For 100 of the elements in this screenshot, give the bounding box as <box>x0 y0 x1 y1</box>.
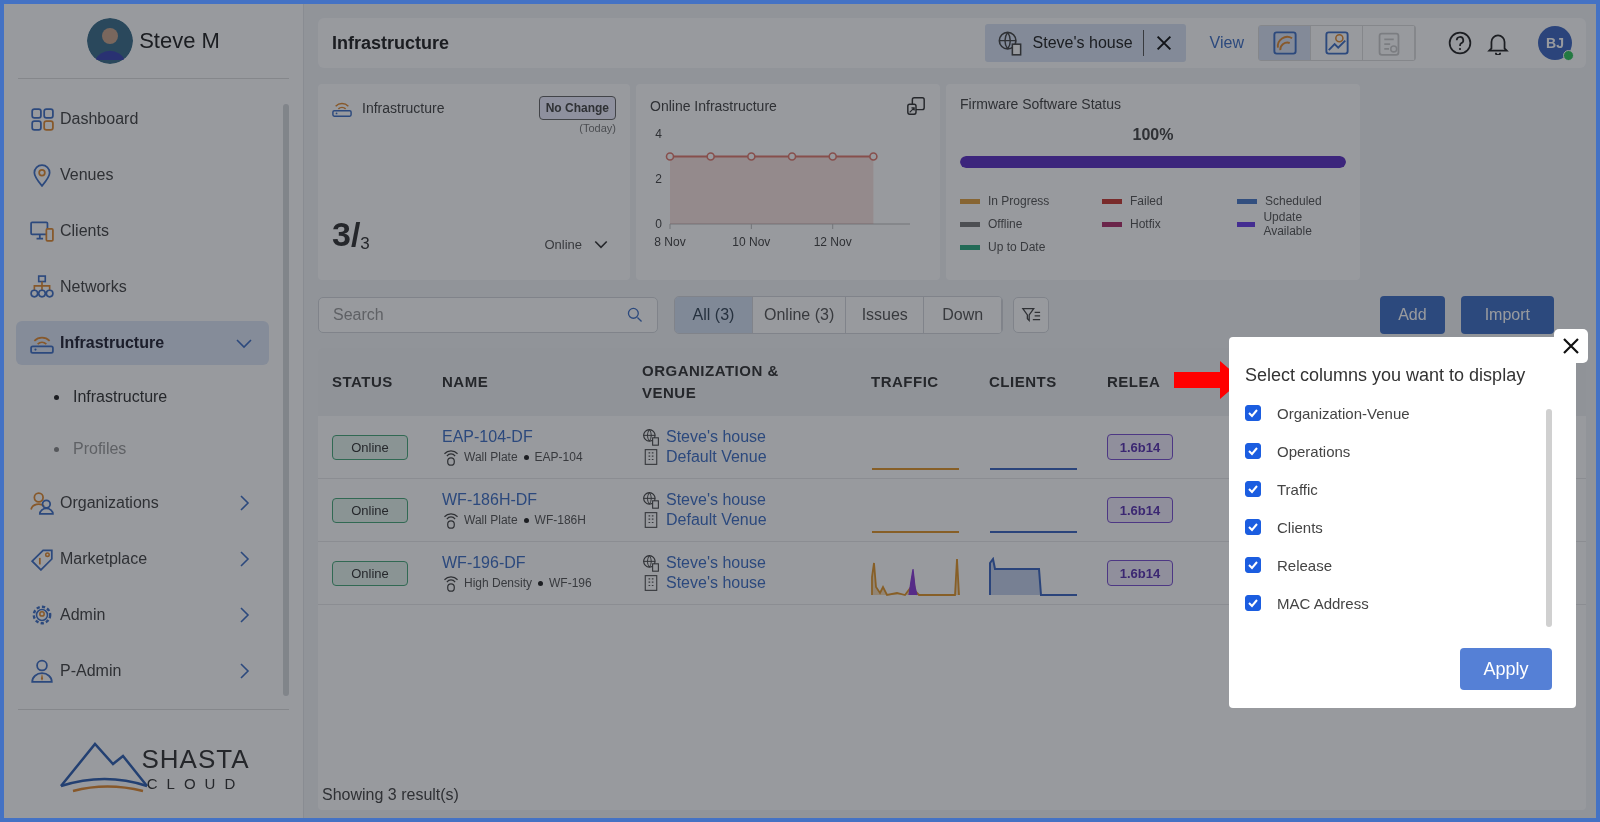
x-tick-label: 12 Nov <box>813 235 852 249</box>
apply-button[interactable]: Apply <box>1460 648 1552 690</box>
sidebar-item[interactable]: Marketplace <box>16 537 269 581</box>
change-badge: No Change <box>538 96 616 120</box>
option-label: Traffic <box>1277 480 1318 498</box>
status-badge: Online <box>332 497 408 523</box>
checkbox[interactable] <box>1245 595 1261 611</box>
scrollbar[interactable] <box>1546 409 1552 627</box>
status-dropdown[interactable]: Online <box>538 234 616 254</box>
filter-tab[interactable]: All (3) <box>675 297 753 333</box>
column-header: RELEA <box>1107 372 1161 392</box>
checkbox[interactable] <box>1245 443 1261 459</box>
device-name-link[interactable]: WF-196-DF <box>442 554 642 572</box>
monitor-icon <box>30 219 54 243</box>
legend-label: Scheduled <box>1265 194 1322 208</box>
card-title: Infrastructure <box>362 100 446 116</box>
release-badge: 1.6b14 <box>1107 497 1173 523</box>
device-name-link[interactable]: WF-186H-DF <box>442 491 642 509</box>
user-name: Steve M <box>139 28 220 54</box>
filter-tab[interactable]: Online (3) <box>753 297 847 333</box>
release-badge: 1.6b14 <box>1107 434 1173 460</box>
filter-icon <box>1021 305 1042 325</box>
sidebar-subitem[interactable]: Infrastructure <box>54 377 303 417</box>
view-toggle[interactable] <box>1259 26 1311 60</box>
user-avatar[interactable]: BJ <box>1538 26 1572 60</box>
option-label: MAC Address <box>1277 594 1369 612</box>
sidebar-item[interactable]: Networks <box>16 265 269 309</box>
filter-button[interactable] <box>1013 297 1050 333</box>
action-button[interactable]: Add <box>1380 296 1445 334</box>
column-header: ORGANIZATION & VENUE <box>642 361 780 403</box>
column-header: TRAFFIC <box>871 372 939 392</box>
device-type: Wall Plate <box>464 513 518 527</box>
building-icon <box>642 574 660 592</box>
organization-link[interactable]: Steve's house <box>666 428 766 446</box>
x-tick-label: 10 Nov <box>732 235 771 249</box>
release-badge: 1.6b14 <box>1107 560 1173 586</box>
status-badge: Online <box>332 560 408 586</box>
logo-text: SHASTA <box>141 744 250 775</box>
sidebar-item[interactable]: P-Admin <box>16 649 269 693</box>
checkbox[interactable] <box>1245 481 1261 497</box>
network-icon <box>30 275 54 299</box>
data-point <box>787 152 797 161</box>
legend-label: Up to Date <box>988 240 1046 254</box>
building-icon <box>642 448 660 466</box>
search-icon <box>626 306 644 324</box>
option-label: Operations <box>1277 442 1351 460</box>
card-title: Online Infrastructure <box>650 98 778 114</box>
venue-link[interactable]: Default Venue <box>666 511 767 529</box>
organization-link[interactable]: Steve's house <box>666 554 766 572</box>
action-button[interactable]: Import <box>1460 296 1554 334</box>
sidebar-item[interactable]: Organizations <box>16 481 269 525</box>
context-chip[interactable]: Steve's house <box>984 24 1186 62</box>
column-header: STATUS <box>332 372 393 392</box>
option-label: Organization-Venue <box>1277 404 1410 422</box>
help-icon <box>1448 31 1472 55</box>
checkbox[interactable] <box>1245 519 1261 535</box>
legend-label: Failed <box>1130 194 1163 208</box>
person-icon <box>30 659 54 683</box>
sidebar-item[interactable]: Infrastructure <box>16 321 269 365</box>
users-icon <box>30 491 54 515</box>
count-value: 3/ <box>332 215 361 254</box>
checkbox[interactable] <box>1245 405 1261 421</box>
building-icon <box>642 511 660 529</box>
option-label: Release <box>1277 556 1333 574</box>
globe-icon <box>642 554 660 572</box>
legend-label: Hotfix <box>1130 217 1161 231</box>
organization-link[interactable]: Steve's house <box>666 491 766 509</box>
sidebar-item[interactable]: Dashboard <box>16 97 269 141</box>
data-point <box>828 152 837 161</box>
results-count: Showing 3 result(s) <box>322 786 459 803</box>
globe-icon <box>996 30 1023 56</box>
checkbox[interactable] <box>1245 557 1261 573</box>
wifi-device-icon <box>442 448 460 466</box>
sidebar-item[interactable]: Venues <box>16 153 269 197</box>
device-model: WF-186H <box>534 513 586 527</box>
venue-link[interactable]: Default Venue <box>666 448 767 466</box>
help-button[interactable] <box>1448 31 1472 55</box>
column-header: NAME <box>442 372 489 392</box>
status-badge: Online <box>332 434 408 460</box>
venue-link[interactable]: Steve's house <box>666 574 766 592</box>
wifi-device-icon <box>442 511 460 529</box>
option-label: Clients <box>1277 518 1323 536</box>
device-type: Wall Plate <box>464 450 518 464</box>
x-tick-label: 8 Nov <box>654 235 686 249</box>
filter-tab[interactable]: Issues <box>846 297 925 333</box>
gear-icon <box>30 603 54 627</box>
data-point <box>706 152 715 161</box>
chart-view-icon <box>1323 30 1350 56</box>
data-point <box>665 152 675 161</box>
sidebar-item[interactable]: Clients <box>16 209 269 253</box>
legend-label: Offline <box>988 217 1023 231</box>
sidebar-item[interactable]: Admin <box>16 593 269 637</box>
expand-button[interactable] <box>906 96 926 116</box>
y-axis: 0 2 4 <box>655 127 662 231</box>
sidebar-subitem[interactable]: Profiles <box>54 429 303 469</box>
view-label: View <box>1209 34 1244 52</box>
filter-tab[interactable]: Down <box>924 297 1003 333</box>
globe-icon <box>642 428 660 446</box>
search-field[interactable]: Search <box>318 297 658 333</box>
device-name-link[interactable]: EAP-104-DF <box>442 428 642 446</box>
